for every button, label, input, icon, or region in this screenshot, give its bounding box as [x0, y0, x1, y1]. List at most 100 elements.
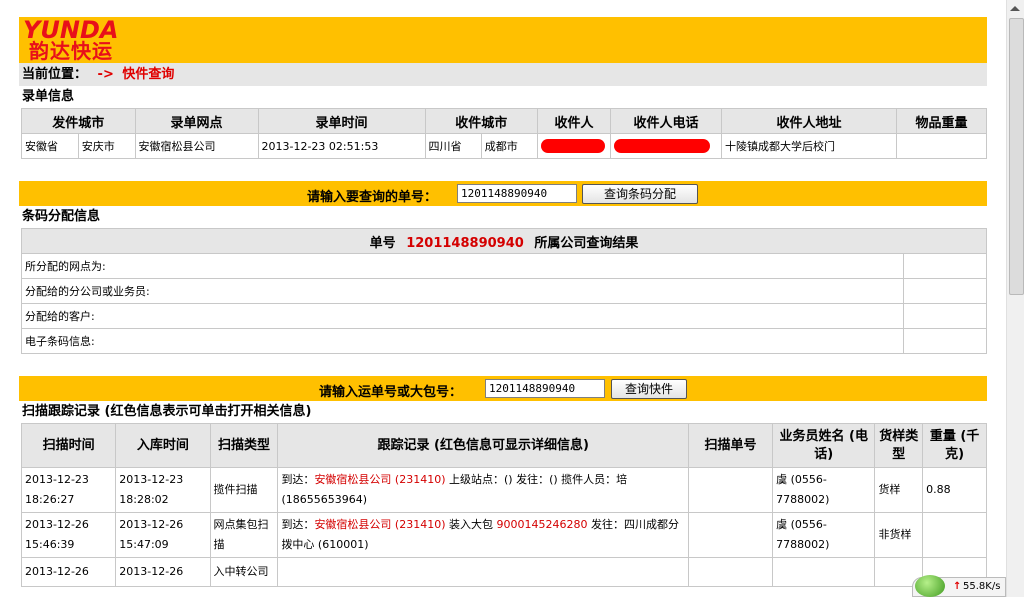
allocation-row: 分配给的客户:	[21, 303, 988, 329]
recipient-name-redacted	[537, 133, 611, 159]
col-track-record: 跟踪记录 (红色信息可显示详细信息)	[277, 423, 689, 468]
allocation-label-customer: 分配给的客户:	[21, 303, 904, 329]
allocation-row: 所分配的网点为:	[21, 253, 988, 279]
brand-banner: YUNDA 韵达快运	[19, 17, 987, 63]
col-weight: 物品重量	[896, 108, 987, 134]
breadcrumb-label: 当前位置：	[22, 67, 88, 82]
in-time-cell: 2013-12-26	[115, 557, 211, 587]
allocation-label-branch: 分配给的分公司或业务员:	[21, 278, 904, 304]
scan-table: 扫描时间 入库时间 扫描类型 跟踪记录 (红色信息可显示详细信息) 扫描单号 业…	[20, 423, 987, 587]
col-recipient-phone: 收件人电话	[610, 108, 722, 134]
bag-number-link[interactable]: 9000145246280	[497, 518, 588, 531]
in-clock: 18:28:02	[119, 493, 169, 506]
tracking-query-label: 请输入运单号或大包号：	[319, 385, 463, 400]
barcode-query-input[interactable]	[457, 184, 577, 203]
col-scan-type: 扫描类型	[209, 423, 279, 468]
col-staff: 业务员姓名 (电话)	[772, 423, 876, 468]
in-time-cell: 2013-12-23 18:28:02	[115, 467, 211, 513]
upload-arrow-icon: ↑	[953, 581, 962, 592]
allocation-number: 1201148890940	[406, 235, 524, 251]
allocation-value-customer	[902, 303, 988, 329]
staff	[772, 557, 876, 587]
tracking-query-button[interactable]: 查询快件	[611, 379, 687, 399]
col-record-time: 录单时间	[257, 108, 426, 134]
station-link[interactable]: 安徽宿松县公司 (231410)	[314, 518, 445, 531]
staff: 虞 (0556-7788002)	[772, 512, 876, 558]
breadcrumb: 当前位置： -> 快件查询	[19, 63, 987, 86]
allocation-value-branch	[902, 278, 988, 304]
record-header-row: 发件城市 录单网点 录单时间 收件城市 收件人 收件人电话 收件人地址 物品重量	[21, 108, 987, 134]
allocation-label-outlet: 所分配的网点为:	[21, 253, 904, 279]
col-outlet: 录单网点	[134, 108, 259, 134]
col-in-time: 入库时间	[115, 423, 211, 468]
tracking-query-input[interactable]	[485, 379, 605, 398]
network-speed-widget[interactable]: ↑ 55.8K/s	[912, 575, 1006, 597]
speed-ball-icon	[915, 575, 945, 597]
in-date: 2013-12-26	[119, 518, 184, 531]
recipient-phone-redacted	[610, 133, 722, 159]
allocation-header: 单号 1201148890940 所属公司查询结果	[21, 228, 987, 254]
station-link[interactable]: 安徽宿松县公司 (231410)	[314, 473, 445, 486]
scan-row: 2013-12-26 2013-12-26 入中转公司	[20, 557, 987, 587]
scan-time-cell: 2013-12-23 18:26:27	[20, 467, 117, 513]
send-city: 安庆市	[77, 133, 136, 159]
record-outlet: 安徽宿松县公司	[134, 133, 259, 159]
record-table: 发件城市 录单网点 录单时间 收件城市 收件人 收件人电话 收件人地址 物品重量…	[21, 108, 987, 159]
record-section-title: 录单信息	[22, 89, 75, 104]
recipient-address: 十陵镇成都大学后校门	[721, 133, 897, 159]
scan-date: 2013-12-23	[25, 473, 89, 486]
col-send-city: 发件城市	[21, 108, 136, 134]
record-row: 安徽省 安庆市 安徽宿松县公司 2013-12-23 02:51:53 四川省 …	[21, 133, 987, 159]
scan-type: 入中转公司	[209, 557, 279, 587]
col-recv-city: 收件城市	[424, 108, 538, 134]
in-date: 2013-12-26	[119, 565, 184, 578]
barcode-query-label: 请输入要查询的单号：	[307, 190, 438, 205]
scroll-up-icon[interactable]	[1010, 6, 1020, 11]
track-record: 到达：安徽宿松县公司 (231410) 装入大包 9000145246280 发…	[277, 512, 689, 558]
recv-city: 成都市	[480, 133, 539, 159]
allocation-table: 单号 1201148890940 所属公司查询结果 所分配的网点为: 分配给的分…	[21, 228, 988, 354]
yunda-logo-cn: 韵达快运	[29, 39, 113, 63]
allocation-header-suffix: 所属公司查询结果	[534, 235, 639, 251]
allocation-label-ebarcode: 电子条码信息:	[21, 328, 904, 354]
weight-kg	[922, 512, 987, 558]
breadcrumb-arrow: ->	[97, 67, 114, 82]
scan-row: 2013-12-26 15:46:39 2013-12-26 15:47:09 网点…	[20, 512, 987, 558]
barcode-query-button[interactable]: 查询条码分配	[582, 184, 698, 204]
col-scan-time: 扫描时间	[20, 423, 117, 468]
col-scan-no: 扫描单号	[687, 423, 774, 468]
scan-type: 网点集包扫描	[209, 512, 279, 558]
allocation-header-prefix: 单号	[369, 235, 396, 251]
scan-time-cell: 2013-12-26	[20, 557, 117, 587]
in-clock: 15:47:09	[119, 538, 169, 551]
allocation-row: 分配给的分公司或业务员:	[21, 278, 988, 304]
scan-no	[687, 467, 774, 513]
recv-province: 四川省	[424, 133, 482, 159]
goods-type: 非货样	[874, 512, 924, 558]
goods-type: 货样	[874, 467, 924, 513]
track-record	[277, 557, 689, 587]
scrollbar-thumb[interactable]	[1009, 18, 1024, 295]
tracking-query-bar: 请输入运单号或大包号： 查询快件	[19, 376, 987, 401]
barcode-query-bar: 请输入要查询的单号： 查询条码分配	[19, 181, 987, 206]
scan-date: 2013-12-26	[25, 565, 89, 578]
scan-clock: 15:46:39	[25, 538, 75, 551]
in-time-cell: 2013-12-26 15:47:09	[115, 512, 211, 558]
scan-header-row: 扫描时间 入库时间 扫描类型 跟踪记录 (红色信息可显示详细信息) 扫描单号 业…	[20, 423, 987, 468]
page: YUNDA 韵达快运 当前位置： -> 快件查询 录单信息 发件城市 录单网点 …	[19, 17, 988, 587]
col-goods-type: 货样类型	[874, 423, 924, 468]
allocation-header-row: 单号 1201148890940 所属公司查询结果	[21, 228, 987, 254]
scan-section-title: 扫描跟踪记录 (红色信息表示可单击打开相关信息)	[22, 404, 312, 419]
record-time: 2013-12-23 02:51:53	[257, 133, 426, 159]
weight-kg: 0.88	[922, 467, 987, 513]
scan-time-cell: 2013-12-26 15:46:39	[20, 512, 117, 558]
scan-type: 揽件扫描	[209, 467, 279, 513]
vertical-scrollbar[interactable]	[1006, 0, 1024, 597]
track-record: 到达：安徽宿松县公司 (231410) 上级站点：() 发往：() 揽件人员：培…	[277, 467, 689, 513]
staff: 虞 (0556-7788002)	[772, 467, 876, 513]
col-recipient: 收件人	[537, 108, 611, 134]
allocation-section-title: 条码分配信息	[22, 209, 101, 224]
allocation-row: 电子条码信息:	[21, 328, 988, 354]
track-text: 到达：	[281, 473, 315, 486]
send-province: 安徽省	[21, 133, 79, 159]
